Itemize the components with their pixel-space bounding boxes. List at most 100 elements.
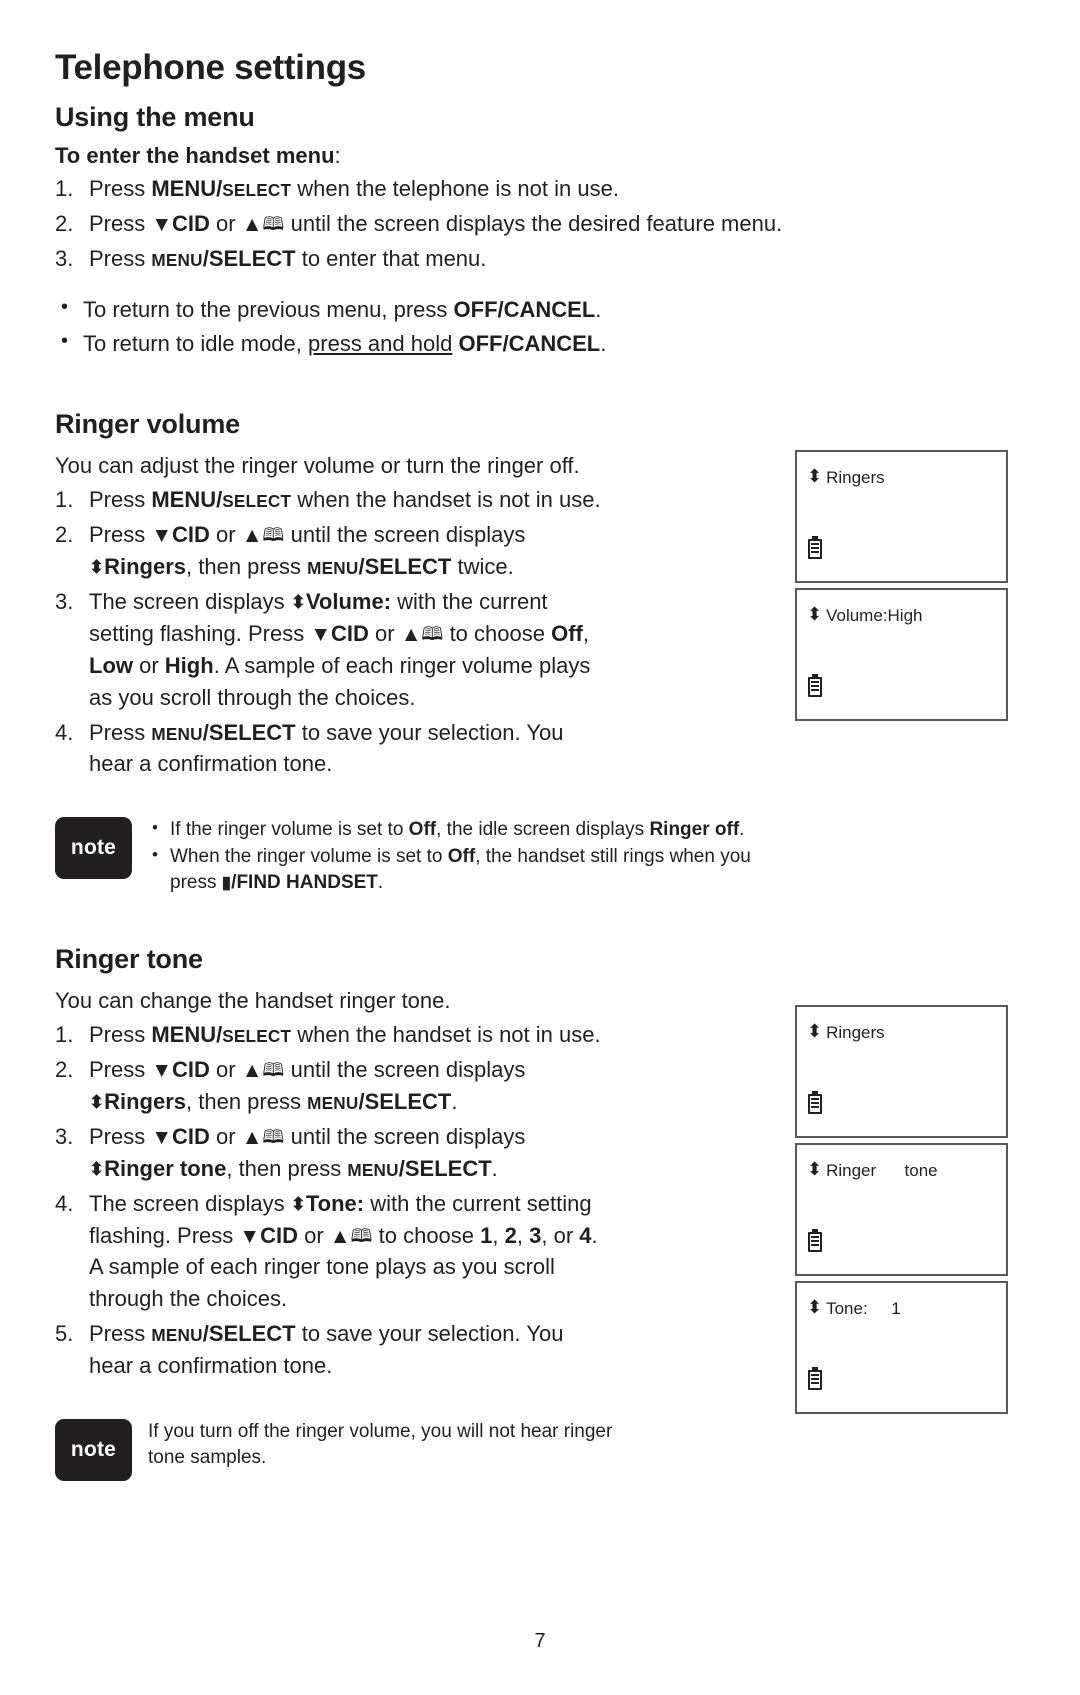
subheading-to-enter-handset-menu: To enter the handset menu: bbox=[55, 143, 1020, 169]
up-arrow-icon: ▲ bbox=[241, 1059, 263, 1083]
key-off-cancel-label: OFF/CANCEL bbox=[458, 330, 601, 356]
step-text-pre: The screen displays bbox=[89, 589, 291, 615]
step-text-line3-post: . A sample of each ringer volume plays bbox=[213, 652, 591, 678]
list-item: • If the ringer volume is set to Off, the… bbox=[148, 817, 1020, 843]
step-number: 2. bbox=[55, 522, 74, 548]
step-item: 4. The screen displays ⬍Tone: with the cu… bbox=[55, 1188, 735, 1316]
lcd-label: Ringer tone bbox=[826, 1160, 938, 1180]
step-text-mid: or bbox=[209, 1123, 242, 1149]
lcd-label: Ringers bbox=[826, 467, 885, 487]
ringer-volume-text-column: You can adjust the ringer volume or turn… bbox=[55, 450, 735, 780]
key-cid-label: CID bbox=[331, 620, 369, 646]
step-text-mid2: , then press bbox=[226, 1155, 348, 1181]
step-text-post2: . bbox=[451, 1088, 458, 1114]
note-text-pre: When the ringer volume is set to bbox=[170, 846, 448, 867]
down-arrow-icon: ▼ bbox=[151, 1059, 173, 1083]
step-text-line2-post: to choose bbox=[372, 1222, 481, 1248]
step-text-line2-post: to choose bbox=[443, 620, 552, 646]
step-text-mid2: , then press bbox=[186, 554, 308, 580]
up-down-arrow-icon: ⬍ bbox=[807, 1021, 823, 1041]
step-text-mid: or bbox=[209, 210, 242, 236]
option-low-label: Low bbox=[89, 652, 133, 678]
key-select-label: SELECT bbox=[222, 491, 292, 512]
step-item: 2. Press ▼CID or ▲🕮 until the screen disp… bbox=[55, 1054, 735, 1118]
up-down-arrow-icon: ⬍ bbox=[290, 1193, 306, 1214]
note-text-post: . bbox=[739, 819, 745, 841]
step-text-line2-pre: flashing. Press bbox=[89, 1222, 240, 1248]
step-text-line4: through the choices. bbox=[89, 1286, 288, 1312]
lcd-screen-ringers-tone: ⬍ Ringers bbox=[795, 1005, 1008, 1138]
lcd-screen-ringers-volume: ⬍ Ringers bbox=[795, 450, 1008, 583]
phonebook-icon: 🕮 bbox=[262, 524, 285, 546]
handset-icon: ▮ bbox=[221, 872, 232, 892]
lcd-screen-tone-1: ⬍ Tone: 1 bbox=[795, 1281, 1008, 1414]
bullet-dot-icon: • bbox=[152, 818, 158, 838]
note-block-ringer-volume: note • If the ringer volume is set to Off… bbox=[55, 817, 1020, 896]
step-item: 1. Press MENU/SELECT when the handset is … bbox=[55, 484, 735, 516]
step-number: 1. bbox=[55, 176, 74, 201]
step-text-mid: with the current bbox=[391, 589, 548, 615]
step-item: 1. Press MENU/SELECT when the telephone i… bbox=[55, 173, 1020, 205]
bullet-text-pre: To return to the previous menu, press bbox=[83, 296, 454, 322]
step-number: 1. bbox=[55, 1022, 74, 1048]
option-separator: , or bbox=[541, 1222, 580, 1248]
up-down-arrow-icon: ⬍ bbox=[807, 1297, 823, 1317]
bullet-text-post: . bbox=[595, 296, 602, 322]
up-arrow-icon: ▲ bbox=[329, 1224, 351, 1248]
up-down-arrow-icon: ⬍ bbox=[807, 604, 823, 624]
step-text-line2: hear a confirmation tone. bbox=[89, 751, 333, 777]
step-text-mid2: , then press bbox=[186, 1088, 308, 1114]
bullet-list-navigation-tips: • To return to the previous menu, press O… bbox=[55, 294, 1020, 360]
step-text-line2-mid: or bbox=[297, 1222, 330, 1248]
step-number: 5. bbox=[55, 1321, 74, 1347]
up-arrow-icon: ▲ bbox=[400, 622, 422, 646]
step-text-pre: Press bbox=[89, 1321, 152, 1347]
list-item: • To return to idle mode, press and hold … bbox=[55, 328, 1020, 360]
menu-item-ringer-tone-label: Ringer tone bbox=[104, 1155, 227, 1181]
step-number: 3. bbox=[55, 1123, 74, 1149]
key-menu-label: MENU bbox=[347, 1159, 399, 1180]
up-down-arrow-icon: ⬍ bbox=[807, 466, 823, 486]
key-select-label: SELECT bbox=[208, 245, 296, 271]
manual-page: Telephone settings Using the menu To ent… bbox=[0, 0, 1080, 1695]
key-find-handset-label: /FIND HANDSET bbox=[231, 871, 378, 893]
up-down-arrow-icon: ⬍ bbox=[290, 592, 306, 613]
down-arrow-icon: ▼ bbox=[151, 524, 173, 548]
step-number: 3. bbox=[55, 245, 74, 271]
step-text-pre: Press bbox=[89, 487, 152, 513]
key-menu-label: MENU bbox=[151, 176, 217, 201]
step-text-mid: with the current setting bbox=[364, 1190, 592, 1216]
option-off-label: Off bbox=[408, 819, 437, 841]
option-off-label: Off bbox=[447, 846, 476, 867]
battery-icon bbox=[808, 536, 822, 559]
key-cid-label: CID bbox=[172, 1057, 210, 1083]
lcd-screen-ringer-tone: ⬍ Ringer tone bbox=[795, 1143, 1008, 1276]
key-cid-label: CID bbox=[172, 1123, 210, 1149]
menu-item-volume-label: Volume: bbox=[305, 589, 392, 615]
step-item: 5. Press MENU/SELECT to save your selecti… bbox=[55, 1318, 735, 1382]
note-text-line1: If you turn off the ringer volume, you w… bbox=[148, 1420, 613, 1442]
key-menu-label: MENU bbox=[307, 558, 359, 579]
menu-item-tone-label: Tone: bbox=[305, 1190, 365, 1216]
key-menu-label: MENU bbox=[151, 249, 203, 270]
note-text: If you turn off the ringer volume, you w… bbox=[148, 1419, 1020, 1470]
phonebook-icon: 🕮 bbox=[421, 622, 444, 644]
key-off-cancel-label: OFF/CANCEL bbox=[453, 296, 596, 322]
lcd-text-row: ⬍ Volume:High bbox=[807, 604, 998, 624]
note-text-mid: , the handset still rings when you bbox=[475, 846, 751, 867]
step-text-post: until the screen displays bbox=[284, 522, 526, 548]
lcd-text-row: ⬍ Tone: 1 bbox=[807, 1297, 998, 1317]
option-separator: , bbox=[492, 1222, 505, 1248]
step-item: 3. Press MENU/SELECT to enter that menu. bbox=[55, 243, 1020, 275]
note-block-ringer-tone: note If you turn off the ringer volume, … bbox=[55, 1418, 1020, 1481]
step-text-line2-pre: setting flashing. Press bbox=[89, 620, 311, 646]
key-menu-label: MENU bbox=[307, 1092, 359, 1113]
key-cid-label: CID bbox=[172, 210, 210, 236]
list-item: • When the ringer volume is set to Off, t… bbox=[148, 844, 1020, 895]
step-text-line2: hear a confirmation tone. bbox=[89, 1353, 333, 1379]
step-text-pre: Press bbox=[89, 210, 152, 236]
step-text-post: when the telephone is not in use. bbox=[291, 176, 619, 201]
step-text-mid: or bbox=[209, 522, 242, 548]
note-text-mid: , the idle screen displays bbox=[436, 819, 650, 841]
